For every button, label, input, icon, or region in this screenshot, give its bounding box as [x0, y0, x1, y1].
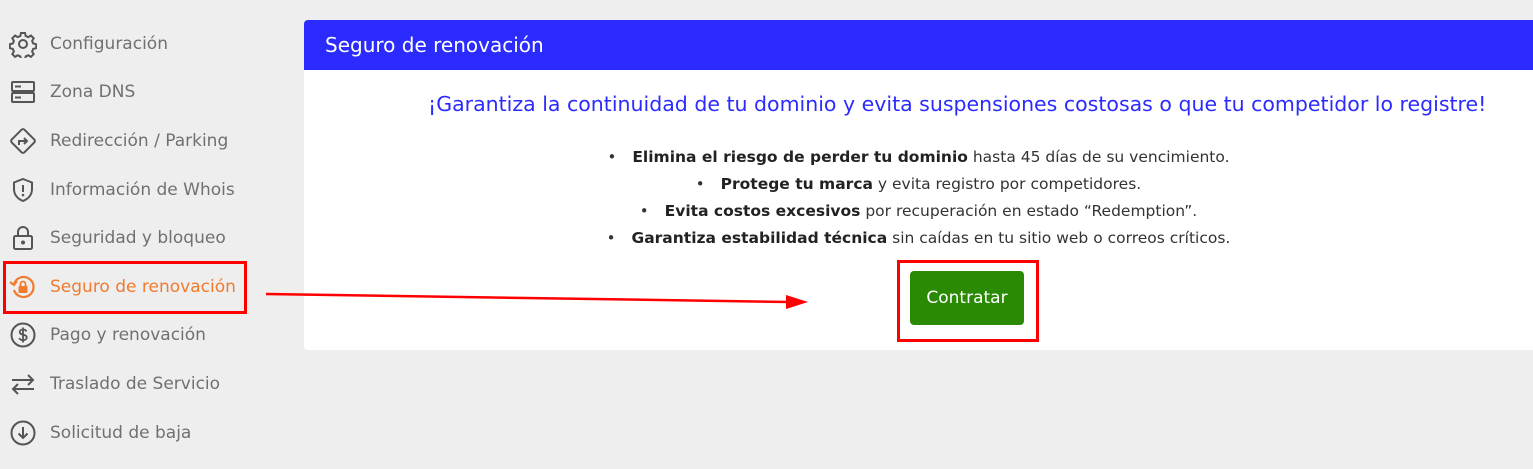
page: Configuración Zona DNS Redirección / Par… — [0, 0, 1533, 469]
annotation-arrow — [265, 292, 808, 309]
